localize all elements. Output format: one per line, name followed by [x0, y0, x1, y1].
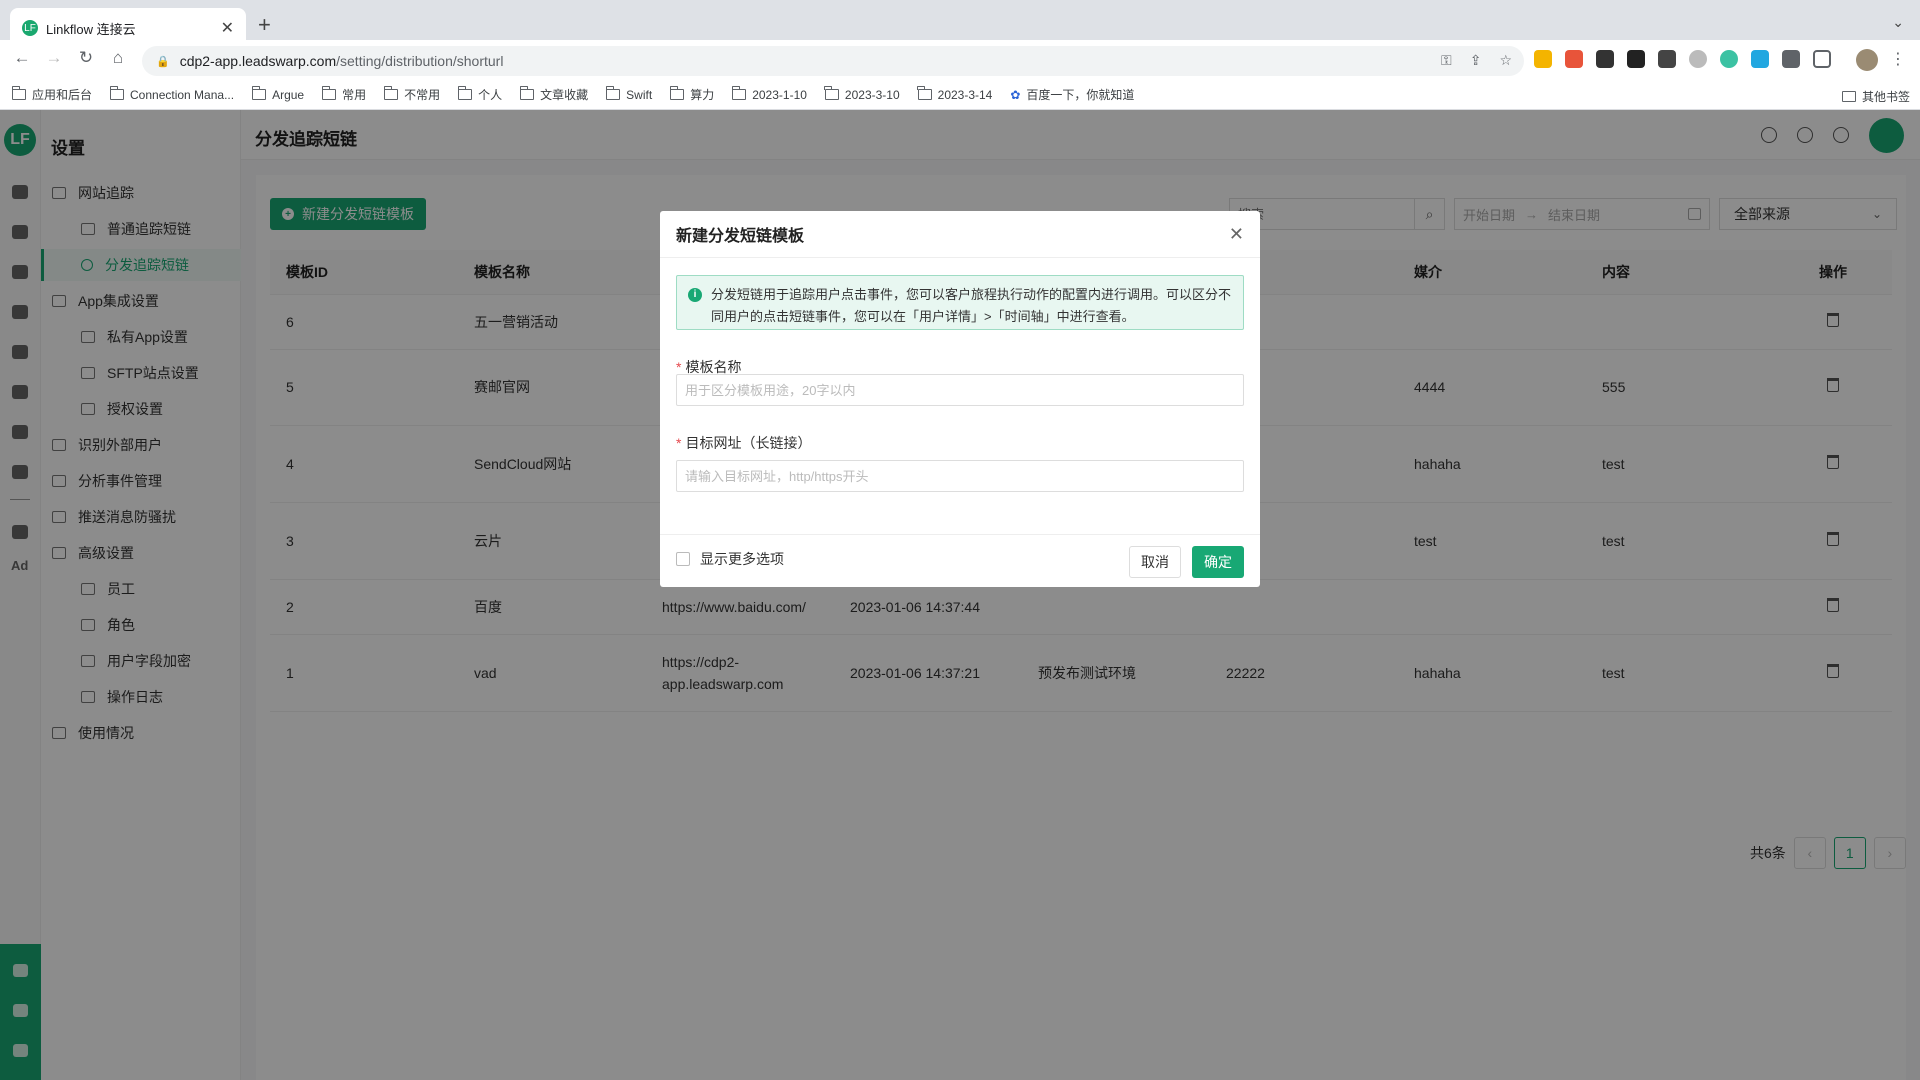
- key-icon[interactable]: ⚿: [1441, 52, 1452, 69]
- modal-title: 新建分发短链模板: [676, 228, 805, 245]
- extension-icon[interactable]: [1720, 50, 1738, 68]
- info-alert: i 分发短链用于追踪用户点击事件，您可以客户旅程执行动作的配置内进行调用。可以区…: [676, 275, 1244, 330]
- folder-icon: [109, 86, 125, 100]
- back-icon[interactable]: ←: [10, 48, 34, 68]
- bookmark-folder[interactable]: 2023-3-14: [917, 86, 992, 102]
- new-template-modal: 新建分发短链模板 ✕ i 分发短链用于追踪用户点击事件，您可以客户旅程执行动作的…: [660, 211, 1260, 587]
- info-icon: i: [688, 288, 702, 302]
- side-panel-icon[interactable]: [1813, 50, 1831, 68]
- bookmark-folder[interactable]: 2023-3-10: [824, 86, 900, 102]
- required-asterisk: *: [676, 435, 682, 451]
- forward-icon[interactable]: →: [42, 48, 66, 68]
- share-icon[interactable]: ⇪: [1470, 52, 1482, 69]
- folder-icon: [11, 86, 26, 100]
- bookmark-folder[interactable]: 应用和后台: [11, 86, 92, 103]
- confirm-button[interactable]: 确定: [1192, 546, 1244, 578]
- folder-icon: [251, 86, 267, 100]
- lock-icon: 🔒: [156, 55, 170, 68]
- bookmark-folder[interactable]: 算力: [669, 86, 714, 103]
- more-options-checkbox[interactable]: 显示更多选项: [676, 549, 784, 569]
- linkflow-favicon-icon: LF: [22, 20, 38, 36]
- more-menu-icon[interactable]: ⋮: [1890, 49, 1906, 69]
- new-tab-icon[interactable]: +: [258, 12, 271, 38]
- target-url-input[interactable]: [676, 460, 1244, 492]
- extensions-bar: [1534, 50, 1831, 68]
- bookmark-folder[interactable]: 2023-1-10: [731, 86, 807, 102]
- folder-icon: [321, 86, 337, 100]
- browser-toolbar: ← → ↻ ⌂ 🔒 cdp2-app.leadswarp.com/setting…: [0, 40, 1920, 80]
- profile-avatar[interactable]: [1856, 49, 1878, 71]
- bookmark-folder[interactable]: 个人: [457, 86, 502, 103]
- cancel-button[interactable]: 取消: [1129, 546, 1181, 578]
- close-icon[interactable]: ✕: [1229, 224, 1244, 245]
- extension-icon[interactable]: [1565, 50, 1583, 68]
- extension-icon[interactable]: [1596, 50, 1614, 68]
- extension-icon[interactable]: [1689, 50, 1707, 68]
- tab-search-chevron-icon[interactable]: ⌄: [1892, 14, 1904, 31]
- required-asterisk: *: [676, 359, 682, 375]
- home-icon[interactable]: ⌂: [106, 48, 130, 68]
- bookmark-folder[interactable]: 不常用: [383, 86, 440, 103]
- folder-icon: [383, 86, 399, 100]
- baidu-paw-icon: ✿: [1010, 87, 1021, 102]
- extension-icon[interactable]: [1658, 50, 1676, 68]
- folder-icon: [824, 86, 839, 100]
- checkbox[interactable]: [676, 552, 690, 566]
- folder-icon: [605, 86, 621, 100]
- bookmark-star-icon[interactable]: ☆: [1499, 52, 1512, 69]
- folder-icon: [457, 86, 473, 100]
- extension-icon[interactable]: [1751, 50, 1769, 68]
- extension-icon[interactable]: [1627, 50, 1645, 68]
- bookmark-folder[interactable]: Swift: [605, 86, 652, 102]
- bookmark-folder[interactable]: 文章收藏: [519, 86, 588, 103]
- bookmark-folder[interactable]: Argue: [251, 86, 304, 102]
- template-name-input[interactable]: [676, 374, 1244, 406]
- folder-icon: [917, 86, 932, 100]
- close-tab-icon[interactable]: ✕: [221, 18, 234, 38]
- modal-header: 新建分发短链模板 ✕: [660, 211, 1260, 258]
- tab-title: Linkflow 连接云: [46, 21, 136, 37]
- folder-icon: [669, 86, 685, 100]
- info-text: 分发短链用于追踪用户点击事件，您可以客户旅程执行动作的配置内进行调用。可以区分不…: [711, 287, 1232, 324]
- reload-icon[interactable]: ↻: [74, 48, 98, 68]
- folder-icon: [519, 86, 535, 100]
- address-bar[interactable]: 🔒 cdp2-app.leadswarp.com/setting/distrib…: [142, 46, 1524, 76]
- url-host: cdp2-app.leadswarp.com: [179, 53, 337, 69]
- puzzle-icon[interactable]: [1782, 50, 1800, 68]
- bookmarks-bar: 应用和后台 Connection Mana... Argue 常用 不常用 个人…: [0, 80, 1920, 110]
- folder-icon: [731, 86, 747, 100]
- url-path: /setting/distribution/shorturl: [336, 53, 504, 69]
- folder-icon: [1841, 91, 1856, 102]
- bookmark-baidu[interactable]: ✿ 百度一下，你就知道: [1010, 86, 1134, 103]
- other-bookmarks[interactable]: 其他书签: [1841, 88, 1910, 105]
- modal-footer: 显示更多选项 取消 确定: [660, 534, 1260, 587]
- target-url-label: * 目标网址（长链接）: [676, 435, 812, 451]
- extension-icon[interactable]: [1534, 50, 1552, 68]
- bookmark-folder[interactable]: 常用: [321, 86, 366, 103]
- bookmark-folder[interactable]: Connection Mana...: [109, 86, 234, 102]
